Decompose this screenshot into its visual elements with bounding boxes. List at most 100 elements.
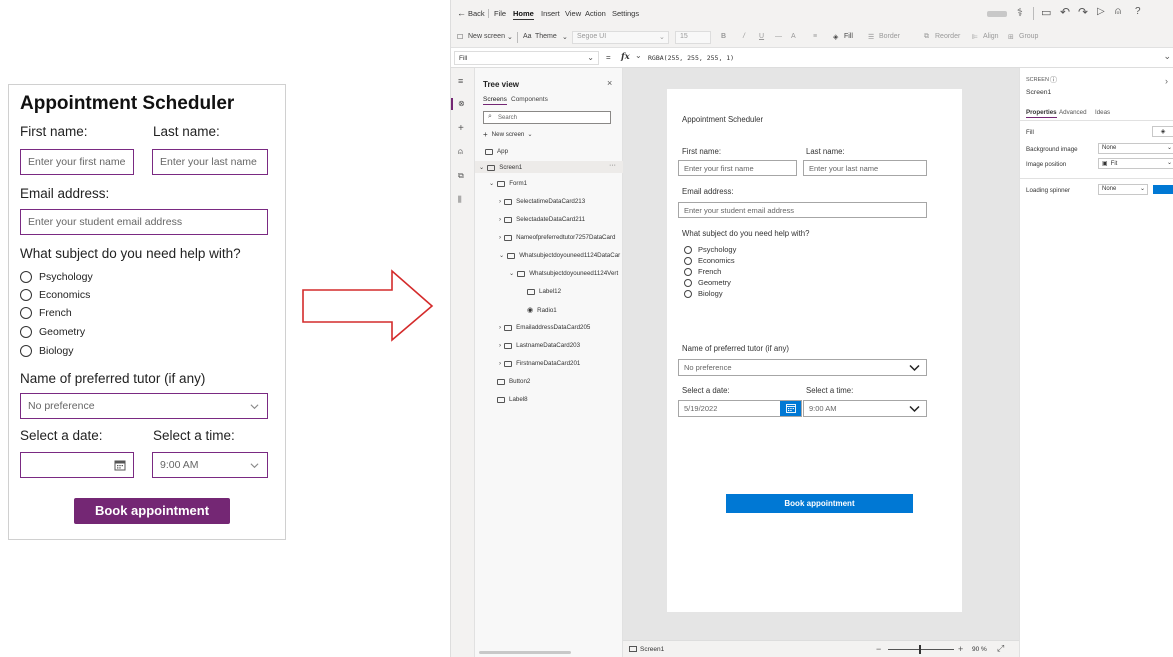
help-icon[interactable]: ?: [1135, 6, 1141, 17]
tree-card[interactable]: › EmailaddressDataCard205: [499, 324, 590, 331]
back-arrow-icon[interactable]: ←: [457, 8, 466, 18]
toolbar-fill[interactable]: Fill: [844, 33, 853, 40]
menu-action[interactable]: Action: [585, 9, 606, 18]
share-user-icon[interactable]: ⍝: [1115, 6, 1121, 17]
border-icon[interactable]: ☰: [868, 33, 874, 41]
menu-insert[interactable]: Insert: [541, 9, 560, 18]
new-screen-icon[interactable]: ☐: [457, 33, 463, 41]
fill-color-button[interactable]: ◈: [1152, 126, 1173, 137]
tree-screen1[interactable]: ⌄ Screen1: [479, 164, 522, 171]
health-icon[interactable]: ⚕: [1017, 6, 1023, 19]
spinner-color-swatch[interactable]: [1153, 185, 1173, 194]
close-icon[interactable]: ×: [607, 78, 612, 88]
screen-radio-psychology[interactable]: Psychology: [684, 245, 736, 254]
menu-back[interactable]: Back: [468, 9, 485, 18]
toolbar-new-screen[interactable]: New screen: [468, 33, 505, 40]
hamburger-menu-icon[interactable]: ≡: [458, 76, 463, 86]
image-position-dropdown[interactable]: ▣ Fit ⌄: [1098, 158, 1173, 169]
more-options-icon[interactable]: ···: [609, 162, 616, 169]
fit-to-window-icon[interactable]: ⤢: [997, 643, 1004, 654]
loading-spinner-dropdown[interactable]: None ⌄: [1098, 184, 1148, 195]
zoom-slider-thumb[interactable]: [919, 645, 921, 654]
screen-email-input[interactable]: Enter your student email address: [678, 202, 927, 218]
variables-icon[interactable]: ⫼: [458, 195, 462, 205]
fill-icon[interactable]: ◈: [833, 33, 838, 41]
tree-new-screen[interactable]: + New screen ⌄: [483, 130, 533, 139]
menu-home[interactable]: Home: [513, 9, 534, 20]
tree-card[interactable]: › Nameofpreferredtutor7257DataCard: [499, 234, 615, 241]
screen-date-picker[interactable]: 5/19/2022: [678, 400, 802, 417]
bold-icon[interactable]: B: [721, 33, 726, 40]
zoom-out-icon[interactable]: −: [876, 644, 881, 654]
tab-screens[interactable]: Screens: [483, 96, 507, 105]
comment-icon[interactable]: ▭: [1041, 6, 1051, 19]
screen-first-name-input[interactable]: Enter your first name: [678, 160, 797, 176]
toolbar-align[interactable]: Align: [983, 33, 999, 40]
underline-icon[interactable]: U: [759, 33, 764, 40]
mockup-tutor-dropdown[interactable]: No preference: [20, 393, 268, 419]
tree-button2[interactable]: Button2: [497, 378, 530, 385]
screen-radio-french[interactable]: French: [684, 267, 721, 276]
tree-card[interactable]: › SelectadateDataCard211: [499, 216, 585, 223]
tree-card[interactable]: ⌄ Whatsubjectdoyouneed1124DataCar: [499, 252, 620, 259]
tree-card[interactable]: › FirstnameDataCard201: [499, 360, 580, 367]
mockup-radio-biology[interactable]: Biology: [20, 345, 73, 357]
chevron-down-icon[interactable]: ⌄: [1163, 51, 1171, 62]
background-image-dropdown[interactable]: None ⌄: [1098, 143, 1173, 154]
tree-form1[interactable]: ⌄ Form1: [489, 180, 527, 187]
screen-tutor-dropdown[interactable]: No preference: [678, 359, 927, 376]
mockup-last-name-input[interactable]: Enter your last name: [152, 149, 268, 175]
insert-plus-icon[interactable]: +: [458, 123, 464, 134]
undo-icon[interactable]: ↶: [1060, 5, 1070, 19]
toolbar-theme[interactable]: Theme: [535, 33, 557, 40]
mockup-first-name-input[interactable]: Enter your first name: [20, 149, 134, 175]
mockup-radio-economics[interactable]: Economics: [20, 289, 90, 301]
tree-card[interactable]: › SelectatimeDataCard213: [499, 198, 585, 205]
redo-icon[interactable]: ↷: [1078, 5, 1088, 19]
toolbar-group[interactable]: Group: [1019, 33, 1038, 40]
theme-icon[interactable]: Aa: [523, 33, 532, 40]
screen-book-button[interactable]: Book appointment: [726, 494, 913, 513]
tab-components[interactable]: Components: [511, 96, 548, 103]
zoom-in-icon[interactable]: +: [958, 644, 963, 654]
mockup-radio-french[interactable]: French: [20, 307, 72, 319]
screen-time-dropdown[interactable]: 9:00 AM: [803, 400, 927, 417]
tree-card[interactable]: ⌄ Whatsubjectdoyouneed1124Vert: [509, 270, 618, 277]
screen-radio-geometry[interactable]: Geometry: [684, 278, 731, 287]
toolbar-border[interactable]: Border: [879, 33, 900, 40]
menu-view[interactable]: View: [565, 9, 581, 18]
zoom-slider[interactable]: [888, 649, 954, 650]
data-icon[interactable]: ⍝: [458, 147, 463, 157]
text-align-icon[interactable]: ≡: [813, 33, 817, 40]
calendar-button[interactable]: [780, 401, 801, 416]
mockup-radio-psychology[interactable]: Psychology: [20, 271, 93, 283]
app-screen[interactable]: Appointment Scheduler First name: Last n…: [667, 89, 962, 612]
screen-radio-biology[interactable]: Biology: [684, 289, 723, 298]
reorder-icon[interactable]: ⧉: [924, 33, 929, 41]
strikethrough-icon[interactable]: —: [775, 33, 782, 40]
tree-search-input[interactable]: ⌕ Search: [483, 111, 611, 124]
tree-label12[interactable]: Label12: [527, 288, 561, 295]
tab-ideas[interactable]: Ideas: [1095, 109, 1110, 116]
mockup-date-picker[interactable]: [20, 452, 134, 478]
tab-advanced[interactable]: Advanced: [1059, 109, 1087, 116]
menu-settings[interactable]: Settings: [612, 9, 639, 18]
screen-radio-economics[interactable]: Economics: [684, 256, 735, 265]
formula-input[interactable]: RGBA(255, 255, 255, 1): [648, 54, 734, 62]
mockup-book-button[interactable]: Book appointment: [74, 498, 230, 524]
toolbar-reorder[interactable]: Reorder: [935, 33, 960, 40]
tree-radio1[interactable]: ◉ Radio1: [527, 306, 557, 315]
italic-icon[interactable]: /: [743, 33, 745, 40]
tree-view-icon[interactable]: ⊗: [458, 99, 465, 108]
mockup-email-input[interactable]: Enter your student email address: [20, 209, 268, 235]
play-icon[interactable]: ▷: [1097, 6, 1105, 17]
info-icon[interactable]: ⓘ: [1050, 75, 1057, 85]
tree-label8[interactable]: Label8: [497, 396, 528, 403]
mockup-time-dropdown[interactable]: 9:00 AM: [152, 452, 268, 478]
align-icon[interactable]: ⊫: [972, 33, 978, 41]
tree-app[interactable]: App: [485, 148, 508, 155]
property-select[interactable]: Fill ⌄: [454, 51, 599, 65]
group-icon[interactable]: ⊞: [1008, 33, 1014, 41]
tree-card[interactable]: › LastnameDataCard203: [499, 342, 580, 349]
mockup-radio-geometry[interactable]: Geometry: [20, 326, 85, 338]
